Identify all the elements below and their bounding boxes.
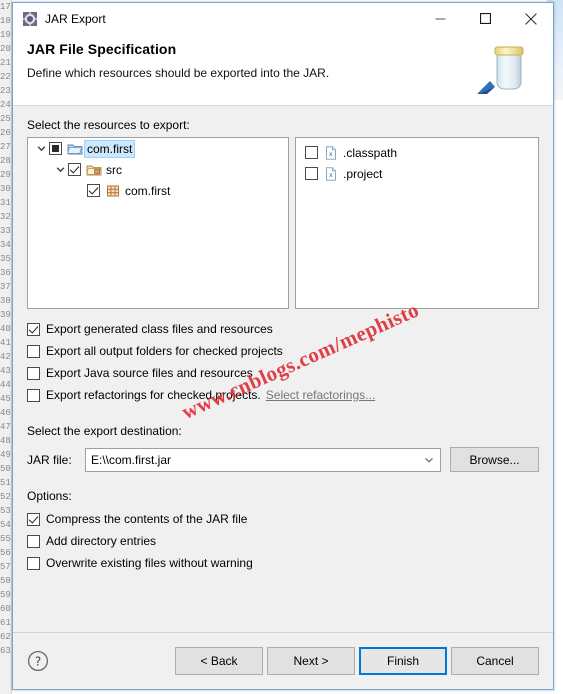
tree-checkbox[interactable]: [87, 184, 100, 197]
list-item[interactable]: x .project: [296, 163, 538, 184]
source-folder-icon: [86, 162, 102, 178]
list-item-label: .classpath: [343, 145, 398, 160]
option-label: Compress the contents of the JAR file: [46, 512, 248, 526]
package-icon: [105, 183, 121, 199]
options-group: Options: Compress the contents of the JA…: [27, 489, 539, 574]
minimize-icon[interactable]: [418, 3, 463, 34]
checkbox[interactable]: [27, 322, 40, 336]
window-title: JAR Export: [45, 11, 106, 26]
resource-panes: com.first src com.first x .classpath x .…: [27, 137, 539, 309]
option-compress[interactable]: Compress the contents of the JAR file: [27, 508, 539, 530]
xml-file-icon: x: [323, 166, 339, 182]
cancel-button[interactable]: Cancel: [451, 647, 539, 675]
editor-line-number-gutter: 17 18 19 20 21 22 23 24 25 26 27 28 29 3…: [0, 0, 12, 694]
jar-export-icon: [22, 11, 38, 27]
xml-file-icon: x: [323, 145, 339, 161]
jar-file-row: JAR file: E:\\com.first.jar Browse...: [27, 447, 539, 472]
maximize-icon[interactable]: [463, 3, 508, 34]
export-option-label: Export all output folders for checked pr…: [46, 344, 283, 358]
svg-text:x: x: [329, 171, 333, 179]
destination-label: Select the export destination:: [27, 424, 182, 438]
tree-row-label: src: [106, 162, 122, 177]
destination-group: Select the export destination: JAR file:…: [27, 424, 539, 472]
select-refactorings-link[interactable]: Select refactorings...: [266, 388, 375, 402]
finish-button[interactable]: Finish: [359, 647, 447, 675]
export-option-class-files[interactable]: Export generated class files and resourc…: [27, 318, 539, 340]
chevron-down-icon[interactable]: [52, 162, 68, 178]
tree-row[interactable]: src: [28, 159, 288, 180]
resource-tree[interactable]: com.first src com.first: [27, 137, 289, 309]
checkbox[interactable]: [27, 366, 40, 380]
export-option-refactorings[interactable]: Export refactorings for checked projects…: [27, 384, 539, 406]
export-option-output-folders[interactable]: Export all output folders for checked pr…: [27, 340, 539, 362]
option-label: Overwrite existing files without warning: [46, 556, 253, 570]
wizard-buttons: < Back Next > Finish Cancel: [175, 647, 539, 675]
list-item[interactable]: x .classpath: [296, 142, 538, 163]
checkbox[interactable]: [27, 534, 40, 548]
tree-checkbox[interactable]: [68, 163, 81, 176]
file-checkbox[interactable]: [305, 146, 318, 159]
browse-button[interactable]: Browse...: [450, 447, 539, 472]
export-option-label: Export generated class files and resourc…: [46, 322, 273, 336]
option-add-directory-entries[interactable]: Add directory entries: [27, 530, 539, 552]
resource-file-list[interactable]: x .classpath x .project: [295, 137, 539, 309]
wizard-header: JAR File Specification Define which reso…: [13, 34, 553, 106]
checkbox[interactable]: [27, 556, 40, 570]
jar-file-input[interactable]: E:\\com.first.jar: [86, 453, 418, 467]
next-button[interactable]: Next >: [267, 647, 355, 675]
tree-row-label: com.first: [83, 139, 136, 158]
tree-row[interactable]: com.first: [28, 180, 288, 201]
dialog-body: Select the resources to export: com.firs…: [13, 106, 553, 632]
jar-export-dialog: JAR Export JAR File Specification Define…: [12, 2, 554, 690]
option-overwrite[interactable]: Overwrite existing files without warning: [27, 552, 539, 574]
tree-checkbox[interactable]: [49, 142, 62, 155]
svg-text:x: x: [329, 150, 333, 158]
tree-row[interactable]: com.first: [28, 138, 288, 159]
export-options-group: Export generated class files and resourc…: [27, 318, 539, 406]
close-icon[interactable]: [508, 3, 553, 34]
checkbox[interactable]: [27, 388, 40, 402]
options-label: Options:: [27, 489, 72, 503]
option-label: Add directory entries: [46, 534, 157, 548]
list-item-label: .project: [343, 166, 383, 181]
jar-illustration: [471, 36, 545, 102]
resources-label: Select the resources to export:: [27, 118, 190, 132]
title-bar: JAR Export: [13, 3, 553, 34]
checkbox[interactable]: [27, 344, 40, 358]
chevron-down-icon[interactable]: [418, 449, 440, 471]
svg-text:?: ?: [35, 654, 41, 668]
project-folder-icon: [67, 141, 83, 157]
back-button[interactable]: < Back: [175, 647, 263, 675]
tree-row-label: com.first: [125, 183, 171, 198]
export-option-java-source[interactable]: Export Java source files and resources: [27, 362, 539, 384]
jar-file-field-label: JAR file:: [27, 452, 72, 467]
dialog-footer: ? < Back Next > Finish Cancel: [13, 633, 553, 689]
export-option-label: Export refactorings for checked projects…: [46, 388, 261, 402]
checkbox[interactable]: [27, 512, 40, 526]
help-icon[interactable]: ?: [27, 650, 49, 672]
export-option-label: Export Java source files and resources: [46, 366, 253, 380]
chevron-down-icon[interactable]: [33, 141, 49, 157]
jar-file-combo[interactable]: E:\\com.first.jar: [85, 447, 441, 472]
file-checkbox[interactable]: [305, 167, 318, 180]
